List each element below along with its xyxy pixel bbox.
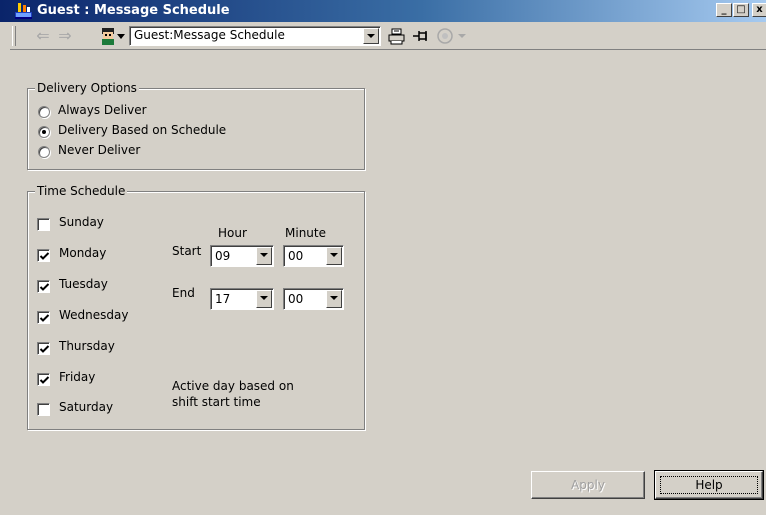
location-combo-arrow-icon[interactable] (363, 28, 379, 44)
checkbox-wednesday[interactable] (37, 311, 50, 324)
checkbox-saturday[interactable] (37, 403, 50, 416)
checkbox-sunday[interactable] (37, 218, 50, 231)
window-title: Guest : Message Schedule (37, 3, 230, 18)
end-minute-arrow-icon[interactable] (326, 290, 342, 308)
end-label: End (172, 286, 195, 300)
active-day-note-line2: shift start time (172, 395, 261, 409)
tuesday-label[interactable]: Tuesday (59, 277, 108, 291)
start-label: Start (172, 244, 202, 258)
checkmark-icon (39, 376, 50, 384)
close-button[interactable]: x (752, 3, 766, 17)
end-minute-select[interactable]: 00 (283, 288, 344, 310)
print-icon[interactable] (387, 27, 407, 45)
help-button[interactable]: Help (654, 470, 764, 500)
monday-label[interactable]: Monday (59, 246, 106, 260)
always-deliver-label[interactable]: Always Deliver (58, 103, 147, 117)
start-minute-select[interactable]: 00 (283, 245, 344, 267)
radio-delivery-based-on-schedule[interactable] (38, 126, 50, 138)
thursday-label[interactable]: Thursday (59, 339, 115, 353)
checkmark-icon (39, 345, 50, 353)
start-hour-value: 09 (215, 249, 231, 263)
checkbox-monday[interactable] (37, 249, 50, 262)
location-combo-value: Guest:Message Schedule (134, 28, 285, 42)
maximize-button[interactable]: □ (733, 3, 749, 17)
start-minute-arrow-icon[interactable] (326, 247, 342, 265)
radio-always-deliver[interactable] (38, 106, 50, 118)
end-hour-select[interactable]: 17 (210, 288, 274, 310)
checkmark-icon (39, 314, 50, 322)
end-minute-value: 00 (288, 292, 304, 306)
minimize-button[interactable]: _ (716, 3, 732, 17)
checkmark-icon (39, 252, 50, 260)
checkbox-tuesday[interactable] (37, 280, 50, 293)
end-hour-arrow-icon[interactable] (256, 290, 272, 308)
forward-arrow-icon[interactable]: ⇒ (56, 27, 74, 45)
delivery-based-on-schedule-label[interactable]: Delivery Based on Schedule (58, 123, 226, 137)
checkmark-icon (39, 283, 50, 291)
view-options-icon[interactable] (436, 27, 466, 45)
start-hour-arrow-icon[interactable] (256, 247, 272, 265)
checkbox-thursday[interactable] (37, 342, 50, 355)
hour-header: Hour (218, 226, 247, 240)
location-combo[interactable]: Guest:Message Schedule (129, 26, 381, 46)
message-schedule-window: Guest : Message Schedule _ □ x ⇐ ⇒ Guest… (0, 0, 766, 515)
time-schedule-legend: Time Schedule (35, 184, 128, 198)
checkbox-friday[interactable] (37, 373, 50, 386)
start-minute-value: 00 (288, 249, 304, 263)
saturday-label[interactable]: Saturday (59, 400, 113, 414)
apply-button[interactable]: Apply (531, 471, 645, 499)
friday-label[interactable]: Friday (59, 370, 95, 384)
back-arrow-icon[interactable]: ⇐ (34, 27, 52, 45)
help-button-focus-rect (660, 476, 758, 494)
minute-header: Minute (285, 226, 326, 240)
toolbar-grip[interactable] (12, 26, 16, 46)
wednesday-label[interactable]: Wednesday (59, 308, 128, 322)
title-bar[interactable]: Guest : Message Schedule _ □ x (0, 0, 766, 22)
user-dropdown-icon[interactable] (117, 34, 125, 39)
delivery-options-legend: Delivery Options (35, 81, 139, 95)
radio-never-deliver[interactable] (38, 146, 50, 158)
never-deliver-label[interactable]: Never Deliver (58, 143, 140, 157)
active-day-note-line1: Active day based on (172, 379, 294, 393)
app-icon (15, 3, 32, 19)
user-icon[interactable] (99, 27, 117, 45)
end-hour-value: 17 (215, 292, 231, 306)
sunday-label[interactable]: Sunday (59, 215, 104, 229)
start-hour-select[interactable]: 09 (210, 245, 274, 267)
pin-icon[interactable] (412, 27, 432, 45)
